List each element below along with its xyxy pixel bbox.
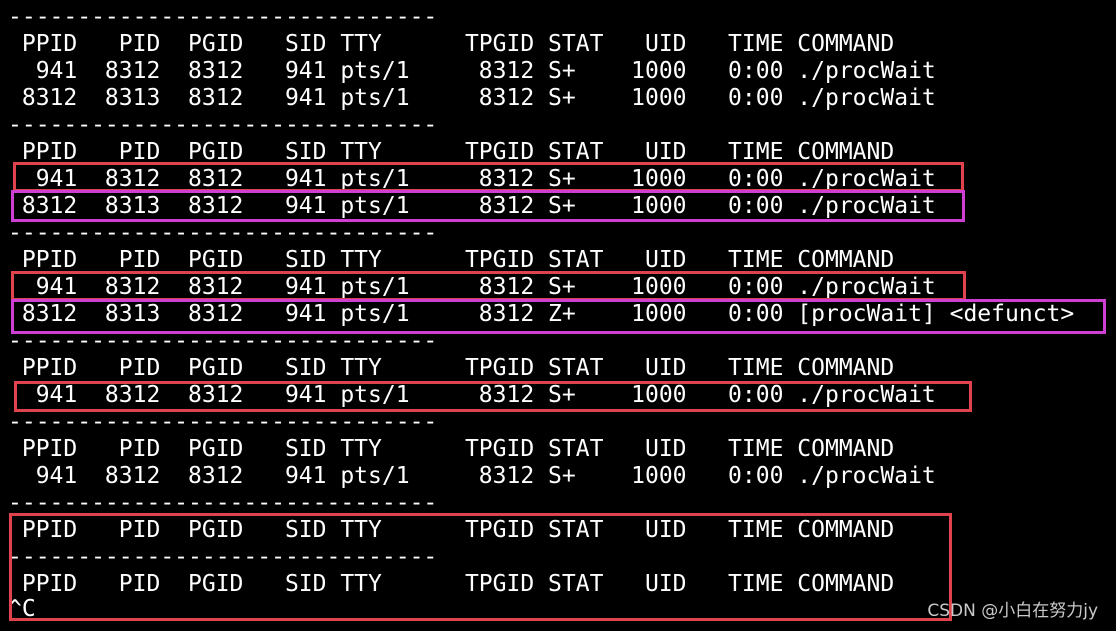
- highlight-box-parent: [11, 271, 966, 301]
- separator-line: -------------------------------: [8, 220, 438, 246]
- ps-header-row: PPID PID PGID SID TTY TPGID STAT UID TIM…: [8, 31, 895, 57]
- highlight-box-parent: [14, 381, 972, 412]
- highlight-box-empty-output: [9, 513, 952, 621]
- ps-process-row: 941 8312 8312 941 pts/1 8312 S+ 1000 0:0…: [8, 463, 936, 489]
- ps-header-row: PPID PID PGID SID TTY TPGID STAT UID TIM…: [8, 436, 895, 462]
- ps-process-row: 941 8312 8312 941 pts/1 8312 S+ 1000 0:0…: [8, 58, 936, 84]
- separator-line: -------------------------------: [8, 4, 438, 30]
- ps-header-row: PPID PID PGID SID TTY TPGID STAT UID TIM…: [8, 247, 895, 273]
- separator-line: -------------------------------: [8, 409, 438, 435]
- watermark: CSDN @小白在努力jy: [927, 601, 1098, 621]
- ps-header-row: PPID PID PGID SID TTY TPGID STAT UID TIM…: [8, 355, 895, 381]
- ps-process-row: 8312 8313 8312 941 pts/1 8312 S+ 1000 0:…: [8, 85, 936, 111]
- highlight-box-zombie: [11, 299, 1106, 334]
- separator-line: -------------------------------: [8, 112, 438, 138]
- highlight-box-child: [11, 190, 965, 222]
- highlight-box-parent: [13, 162, 964, 192]
